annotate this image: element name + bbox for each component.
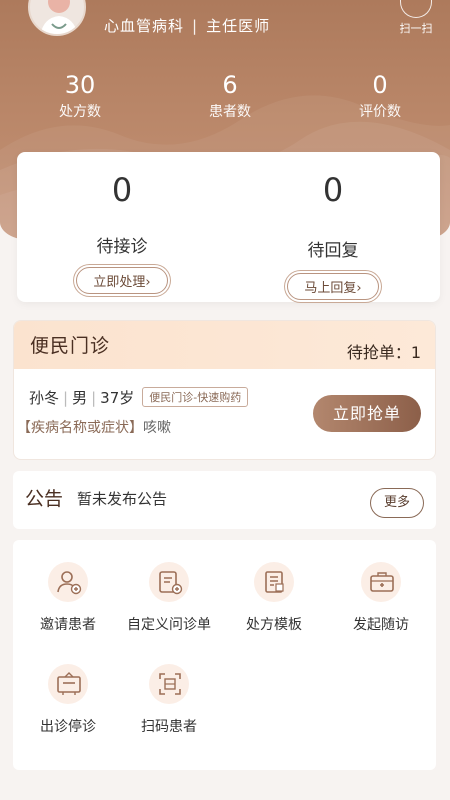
grab-order-button[interactable]: 立即抢单 [313, 395, 421, 432]
tool-follow-up[interactable]: 发起随访 [326, 562, 436, 634]
tool-label: 出诊停诊 [40, 719, 96, 735]
stats-row: 30 处方数 6 患者数 0 评价数 [0, 70, 450, 130]
divider: | [63, 389, 69, 407]
invite-patient-icon [48, 562, 88, 602]
doctor-info: 心血管病科 | 主任医师 [104, 15, 270, 36]
avatar[interactable] [28, 0, 86, 36]
prescription-template-icon [254, 562, 294, 602]
title-label: 主任医师 [206, 17, 271, 35]
notice-title: 公告 [25, 488, 64, 510]
scan-label: 扫一扫 [399, 22, 433, 35]
schedule-board-icon [48, 664, 88, 704]
clinic-title: 便民门诊 [30, 335, 111, 357]
patient-info: 孙冬 | 男 | 37岁 便民门诊-快速购药 [29, 387, 249, 408]
handle-now-button[interactable]: 立即处理› [76, 267, 168, 294]
pending-reply-label: 待回复 [307, 241, 359, 261]
stat-label: 患者数 [209, 104, 251, 120]
pending-card: 0 待接诊 立即处理› 0 待回复 马上回复› [17, 152, 440, 302]
stat-prescriptions[interactable]: 30 处方数 [25, 70, 135, 121]
stat-label: 处方数 [59, 104, 101, 120]
symptom-label: 【疾病名称或症状】 [17, 420, 143, 436]
tool-label: 邀请患者 [40, 617, 96, 633]
stat-value: 0 [372, 71, 388, 99]
pending-reply-count: 0 [322, 171, 344, 209]
scan-button[interactable]: 扫一扫 [396, 0, 436, 36]
symptom-value: 咳嗽 [143, 420, 171, 436]
department-label: 心血管病科 [104, 17, 185, 35]
service-tag: 便民门诊-快速购药 [142, 387, 249, 407]
tool-custom-form[interactable]: 自定义问诊单 [114, 562, 224, 634]
stat-patients[interactable]: 6 患者数 [175, 70, 285, 121]
tool-label: 扫码患者 [141, 719, 197, 735]
pending-reply: 0 待回复 马上回复› [243, 170, 423, 300]
scan-icon [400, 0, 432, 18]
tools-grid: 邀请患者 自定义问诊单 处方模板 发起随访 出诊停诊 扫码患者 [13, 540, 436, 770]
scan-patient-icon [149, 664, 189, 704]
tool-label: 处方模板 [246, 617, 302, 633]
stat-value: 30 [64, 71, 96, 99]
doctor-avatar-icon [40, 0, 78, 34]
tool-schedule[interactable]: 出诊停诊 [13, 664, 123, 736]
divider: | [192, 17, 199, 35]
clinic-header: 便民门诊 待抢单：1 [14, 321, 435, 369]
pending-consult: 0 待接诊 立即处理› [32, 170, 212, 294]
tool-prescription-template[interactable]: 处方模板 [219, 562, 329, 634]
pending-consult-count: 0 [111, 171, 133, 209]
tool-invite-patient[interactable]: 邀请患者 [13, 562, 123, 634]
tool-label: 发起随访 [353, 617, 409, 633]
tool-label: 自定义问诊单 [127, 617, 211, 633]
reply-now-button[interactable]: 马上回复› [287, 273, 379, 300]
patient-name: 孙冬 [29, 389, 60, 407]
convenience-clinic-card: 便民门诊 待抢单：1 孙冬 | 男 | 37岁 便民门诊-快速购药 【疾病名称或症状】咳嗽… [13, 320, 436, 460]
custom-form-icon [149, 562, 189, 602]
notice-text: 暂未发布公告 [77, 490, 168, 508]
stat-value: 6 [222, 71, 238, 99]
divider: | [91, 389, 97, 407]
patient-gender: 男 [72, 389, 88, 407]
notice-bar: 公告 暂未发布公告 更多 [13, 471, 436, 529]
stat-reviews[interactable]: 0 评价数 [325, 70, 435, 121]
pending-consult-label: 待接诊 [96, 237, 148, 257]
more-button[interactable]: 更多 [370, 488, 424, 518]
stat-label: 评价数 [359, 104, 401, 120]
patient-age: 37岁 [100, 389, 135, 407]
waiting-count: 待抢单：1 [346, 343, 421, 362]
symptom-line: 【疾病名称或症状】咳嗽 [17, 417, 171, 437]
tool-scan-patient[interactable]: 扫码患者 [114, 664, 224, 736]
follow-up-icon [361, 562, 401, 602]
